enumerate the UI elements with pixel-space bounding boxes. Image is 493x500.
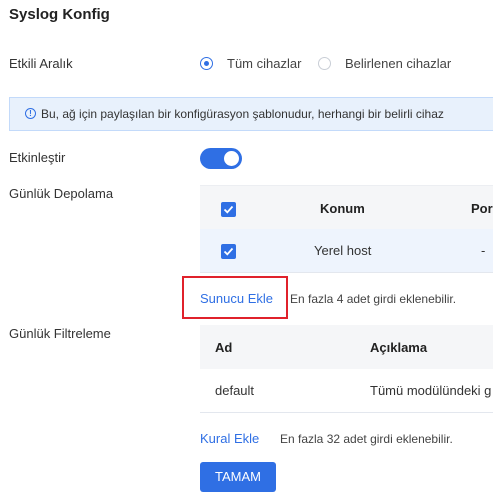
- add-rule-link[interactable]: Kural Ekle: [200, 431, 259, 446]
- row-port: -: [481, 243, 486, 258]
- add-rule-hint: En fazla 32 adet girdi eklenebilir.: [280, 432, 453, 446]
- radio-all-devices[interactable]: Tüm cihazlar: [200, 56, 330, 72]
- toggle-knob: [224, 151, 239, 166]
- table-row[interactable]: Yerel host -: [200, 229, 493, 273]
- page-title: Syslog Konfig: [9, 6, 110, 23]
- radio-selected-devices-indicator[interactable]: [318, 57, 331, 70]
- column-name: Ad: [215, 340, 233, 355]
- ok-button[interactable]: TAMAM: [200, 462, 276, 492]
- row-checkbox[interactable]: [221, 244, 236, 259]
- log-filter-label: Günlük Filtreleme: [9, 326, 111, 341]
- table-row[interactable]: default Tümü modülündeki g: [200, 369, 493, 413]
- info-icon: !: [25, 108, 36, 119]
- log-storage-label: Günlük Depolama: [9, 186, 114, 201]
- log-filter-header: Ad Açıklama: [200, 325, 493, 369]
- row-description: Tümü modülündeki g: [370, 383, 492, 398]
- radio-selected-devices[interactable]: Belirlenen cihazlar: [318, 56, 468, 72]
- row-location: Yerel host: [314, 243, 372, 258]
- log-storage-header: Konum Por: [200, 185, 493, 229]
- log-storage-table: Konum Por Yerel host -: [200, 185, 493, 273]
- effective-range-label: Etkili Aralık: [9, 56, 73, 71]
- column-port: Por: [471, 201, 493, 216]
- info-banner-text: Bu, ağ için paylaşılan bir konfigürasyon…: [41, 107, 444, 121]
- select-all-checkbox[interactable]: [221, 202, 236, 217]
- highlight-box: [182, 276, 288, 319]
- column-location: Konum: [320, 201, 365, 216]
- log-filter-table: Ad Açıklama default Tümü modülündeki g: [200, 325, 493, 413]
- row-name: default: [215, 383, 255, 398]
- add-server-hint: En fazla 4 adet girdi eklenebilir.: [290, 292, 457, 306]
- info-banner: ! Bu, ağ için paylaşılan bir konfigürasy…: [9, 97, 493, 131]
- column-description: Açıklama: [370, 340, 428, 355]
- enable-toggle[interactable]: [200, 148, 242, 169]
- radio-all-devices-indicator[interactable]: [200, 57, 213, 70]
- enable-label: Etkinleştir: [9, 150, 66, 165]
- radio-all-devices-label: Tüm cihazlar: [227, 56, 302, 71]
- radio-selected-devices-label: Belirlenen cihazlar: [345, 56, 452, 71]
